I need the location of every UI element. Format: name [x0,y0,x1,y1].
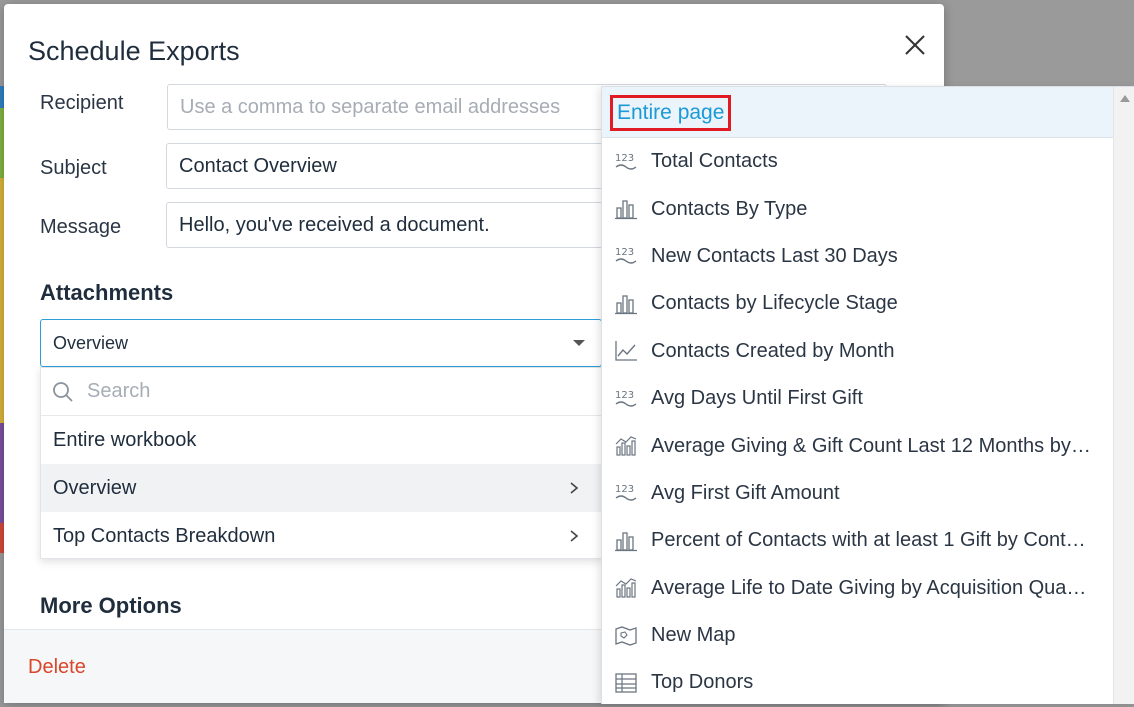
submenu-item-contacts-created-by-month[interactable]: Contacts Created by Month [602,328,1113,375]
close-button[interactable] [901,31,929,59]
overview-submenu: Entire page 123 Total Contacts Contacts … [601,86,1134,704]
submenu-list: Entire page 123 Total Contacts Contacts … [602,87,1113,707]
submenu-item-label: Contacts Created by Month [651,339,895,362]
submenu-item-total-contacts[interactable]: 123 Total Contacts [602,138,1113,185]
message-label: Message [40,216,122,238]
submenu-item-top-donors[interactable]: Top Donors [602,659,1113,706]
dropdown-search[interactable]: Search [41,368,601,416]
submenu-item-contacts-by-type[interactable]: Contacts By Type [602,185,1113,232]
number-kpi-icon: 123 [615,153,637,170]
svg-text:123: 123 [615,390,634,401]
attachment-dropdown: Search Entire workbook Overview Top Cont… [40,367,602,559]
number-kpi-icon: 123 [615,390,637,407]
svg-text:123: 123 [615,153,634,164]
dropdown-item-label: Top Contacts Breakdown [53,524,276,547]
dropdown-item-overview[interactable]: Overview [41,464,601,512]
attachment-select-value: Overview [53,332,129,353]
submenu-item-label: Average Giving & Gift Count Last 12 Mont… [651,434,1091,457]
more-options-title: More Options [40,593,182,618]
search-icon [53,381,73,402]
combo-chart-icon [615,578,637,598]
submenu-item-average-life-to-date-giving[interactable]: Average Life to Date Giving by Acquisiti… [602,565,1113,612]
entire-page-label[interactable]: Entire page [610,95,732,131]
bar-chart-icon [615,295,637,315]
dropdown-search-placeholder: Search [87,380,151,402]
table-icon [615,673,637,693]
submenu-item-average-giving-gift-count[interactable]: Average Giving & Gift Count Last 12 Mont… [602,422,1113,469]
submenu-item-contacts-by-lifecycle-stage[interactable]: Contacts by Lifecycle Stage [602,280,1113,327]
submenu-item-avg-days-until-first-gift[interactable]: 123 Avg Days Until First Gift [602,375,1113,422]
chevron-right-icon [570,530,579,542]
svg-text:123: 123 [615,484,634,495]
recipient-placeholder: Use a comma to separate email addresses [180,95,561,118]
svg-text:123: 123 [615,247,634,258]
close-icon[interactable] [901,31,929,59]
attachment-select[interactable]: Overview [40,319,602,367]
submenu-item-percent-of-contacts[interactable]: Percent of Contacts with at least 1 Gift… [602,517,1113,564]
submenu-scrollbar[interactable] [1113,87,1134,704]
submenu-item-label: Contacts By Type [651,197,808,220]
bar-chart-icon [615,200,637,220]
combo-chart-icon [615,436,637,456]
submenu-item-label: Avg First Gift Amount [651,481,840,504]
submenu-item-label: New Map [651,624,736,647]
submenu-item-entire-page[interactable]: Entire page [602,87,1113,138]
message-value: Hello, you've received a document. [179,213,490,236]
submenu-item-label: New Contacts Last 30 Days [651,244,898,267]
submenu-item-label: Percent of Contacts with at least 1 Gift… [651,529,1086,552]
submenu-item-label: Average Life to Date Giving by Acquisiti… [651,576,1087,599]
number-kpi-icon: 123 [615,247,637,265]
dropdown-item-entire-workbook[interactable]: Entire workbook [41,416,601,464]
caret-down-icon [573,340,585,346]
submenu-item-new-contacts-last-30-days[interactable]: 123 New Contacts Last 30 Days [602,233,1113,280]
delete-button[interactable]: Delete [28,656,86,679]
recipient-label: Recipient [40,92,124,114]
dropdown-item-label: Overview [53,476,137,499]
subject-value: Contact Overview [179,154,337,177]
modal-title: Schedule Exports [28,36,240,66]
submenu-item-avg-first-gift-amount[interactable]: 123 Avg First Gift Amount [602,470,1113,517]
submenu-item-label: Avg Days Until First Gift [651,387,863,410]
dropdown-item-label: Entire workbook [53,428,197,451]
number-kpi-icon: 123 [615,484,637,502]
submenu-item-label: Top Donors [651,671,754,694]
dropdown-item-top-contacts-breakdown[interactable]: Top Contacts Breakdown [41,512,601,560]
submenu-item-label: Contacts by Lifecycle Stage [651,292,898,315]
subject-label: Subject [40,157,107,179]
line-chart-icon [615,341,637,361]
submenu-item-label: Total Contacts [651,150,778,173]
chevron-right-icon [570,482,579,494]
submenu-item-new-map[interactable]: New Map [602,612,1113,659]
scroll-up-arrow-icon[interactable] [1120,95,1130,102]
bar-chart-icon [615,532,637,551]
attachments-title: Attachments [40,280,174,305]
map-icon [615,625,637,646]
